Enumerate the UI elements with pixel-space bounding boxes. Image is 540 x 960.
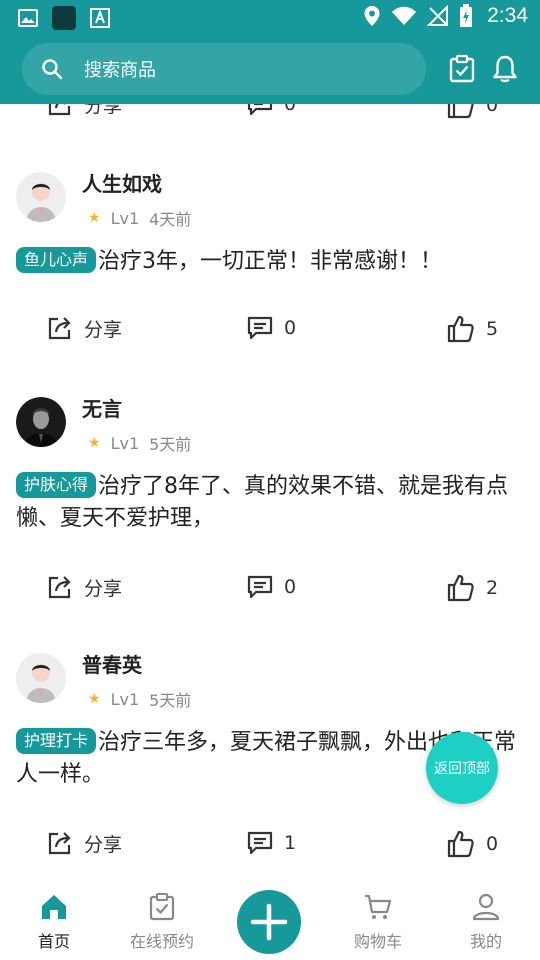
post-actions: 分享 0 0 xyxy=(0,104,540,126)
search-icon xyxy=(42,59,63,80)
post-body: 治疗3年，一切正常！非常感谢！！ xyxy=(98,249,443,274)
like-button[interactable]: 0 xyxy=(446,829,498,859)
thumbs-up-icon xyxy=(447,830,474,858)
like-button[interactable]: 0 xyxy=(446,104,498,120)
like-count: 2 xyxy=(486,577,499,599)
post-actions: 分享 0 5 xyxy=(0,314,540,350)
clock: 2:34 xyxy=(487,4,528,27)
post-time: 5天前 xyxy=(149,691,192,710)
gallery-notification-icon xyxy=(16,6,40,30)
location-icon xyxy=(364,6,380,26)
comment-button[interactable]: 0 xyxy=(246,314,296,342)
post-meta: ★ Lv1 5天前 xyxy=(88,431,191,455)
post-text[interactable]: 护肤心得 治疗了8年了、真的效果不错、就是我有点懒、夏天不爱护理， xyxy=(16,471,524,535)
like-count: 5 xyxy=(486,318,499,340)
comment-icon xyxy=(247,831,273,855)
create-post-button[interactable] xyxy=(237,890,301,954)
like-button[interactable]: 5 xyxy=(446,314,498,344)
thumbs-up-icon xyxy=(447,574,474,602)
comment-button[interactable]: 0 xyxy=(246,573,296,601)
tab-cart[interactable]: 购物车 xyxy=(338,892,418,952)
avatar[interactable] xyxy=(16,653,66,703)
thumbs-up-icon xyxy=(447,315,474,343)
user-level: Lv1 xyxy=(110,433,140,453)
tab-mine[interactable]: 我的 xyxy=(446,892,526,952)
username[interactable]: 人生如戏 xyxy=(82,168,162,197)
share-button[interactable]: 分享 xyxy=(46,314,122,342)
share-icon xyxy=(48,104,71,116)
share-icon xyxy=(48,832,71,855)
comment-button[interactable]: 1 xyxy=(246,829,296,857)
comment-count: 0 xyxy=(284,576,297,598)
like-count: 0 xyxy=(486,833,499,855)
comment-icon xyxy=(247,575,273,599)
plus-icon xyxy=(250,903,288,941)
wifi-icon xyxy=(392,6,417,25)
star-icon: ★ xyxy=(88,435,101,451)
clipboard-check-icon xyxy=(149,893,175,921)
avatar[interactable] xyxy=(16,172,66,222)
post-text[interactable]: 鱼儿心声 治疗3年，一切正常！非常感谢！！ xyxy=(16,246,524,278)
post-actions: 分享 1 0 xyxy=(0,829,540,865)
back-to-top-button[interactable]: 返回顶部 xyxy=(426,732,498,804)
post-meta: ★ Lv1 5天前 xyxy=(88,687,191,711)
comment-icon xyxy=(247,316,273,340)
like-button[interactable]: 2 xyxy=(446,573,498,603)
post-tag[interactable]: 鱼儿心声 xyxy=(16,247,97,273)
post-meta: ★ Lv1 4天前 xyxy=(88,206,191,230)
user-level: Lv1 xyxy=(110,689,140,709)
username[interactable]: 无言 xyxy=(82,393,122,422)
post-time: 5天前 xyxy=(149,435,192,454)
post-time: 4天前 xyxy=(149,210,192,229)
font-notification-icon xyxy=(88,6,112,30)
thumbs-up-icon xyxy=(447,104,474,119)
share-icon xyxy=(48,576,71,599)
home-icon xyxy=(42,895,66,919)
clipboard-check-icon[interactable] xyxy=(447,54,477,84)
share-button[interactable]: 分享 xyxy=(46,573,122,601)
app-header: 2:34 搜索商品 xyxy=(0,0,540,104)
comment-icon xyxy=(247,104,273,116)
comment-button[interactable]: 0 xyxy=(246,104,296,118)
search-placeholder: 搜索商品 xyxy=(84,60,156,81)
avatar[interactable] xyxy=(16,397,66,447)
tab-home[interactable]: 首页 xyxy=(14,892,94,952)
user-level: Lv1 xyxy=(110,208,140,228)
share-icon xyxy=(48,317,71,340)
post-tag[interactable]: 护理打卡 xyxy=(16,728,97,754)
bell-icon[interactable] xyxy=(490,54,520,84)
cart-icon xyxy=(365,894,392,919)
post-actions: 分享 0 2 xyxy=(0,573,540,609)
battery-charging-icon xyxy=(460,4,473,27)
comment-count: 0 xyxy=(284,317,297,339)
post-tag[interactable]: 护肤心得 xyxy=(16,472,97,498)
app-notification-icon xyxy=(52,6,76,30)
tab-booking[interactable]: 在线预约 xyxy=(122,892,202,952)
search-bar[interactable]: 搜索商品 xyxy=(22,43,426,95)
comment-count: 1 xyxy=(284,832,297,854)
share-button[interactable]: 分享 xyxy=(46,104,122,118)
share-button[interactable]: 分享 xyxy=(46,829,122,857)
username[interactable]: 普春英 xyxy=(82,649,142,678)
star-icon: ★ xyxy=(88,691,101,707)
user-icon xyxy=(472,893,500,921)
star-icon: ★ xyxy=(88,210,101,226)
bottom-tab-bar: 首页 在线预约 购物车 我的 xyxy=(0,876,540,960)
status-bar: 2:34 xyxy=(0,0,540,36)
no-signal-icon xyxy=(427,5,449,26)
